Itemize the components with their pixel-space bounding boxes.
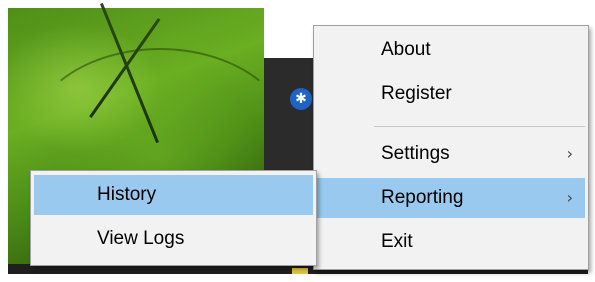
menu-item-view-logs[interactable]: View Logs [34,219,313,259]
menu-item-history[interactable]: History [34,175,313,215]
tray-notification-icon[interactable] [292,268,308,274]
menu-item-label: Settings [381,143,450,164]
menu-item-label: Exit [381,231,413,252]
menu-item-label: Register [381,83,452,104]
chevron-right-icon: › [566,188,573,207]
menu-item-label: History [97,184,157,205]
desktop-screen: ✱ About Register Settings › Reporting › … [0,0,595,282]
context-menu: About Register Settings › Reporting › Ex… [313,25,589,270]
menu-item-exit[interactable]: Exit [317,222,585,262]
menu-separator [374,126,585,127]
reporting-submenu: History View Logs [30,170,317,266]
bluetooth-icon[interactable]: ✱ [290,88,312,110]
menu-item-reporting[interactable]: Reporting › [317,178,585,218]
menu-item-about[interactable]: About [317,30,585,70]
menu-item-settings[interactable]: Settings › [317,134,585,174]
menu-item-label: View Logs [97,228,185,249]
chevron-right-icon: › [566,144,573,163]
menu-item-register[interactable]: Register [317,74,585,114]
menu-item-label: About [381,39,431,60]
menu-item-label: Reporting [381,187,464,208]
